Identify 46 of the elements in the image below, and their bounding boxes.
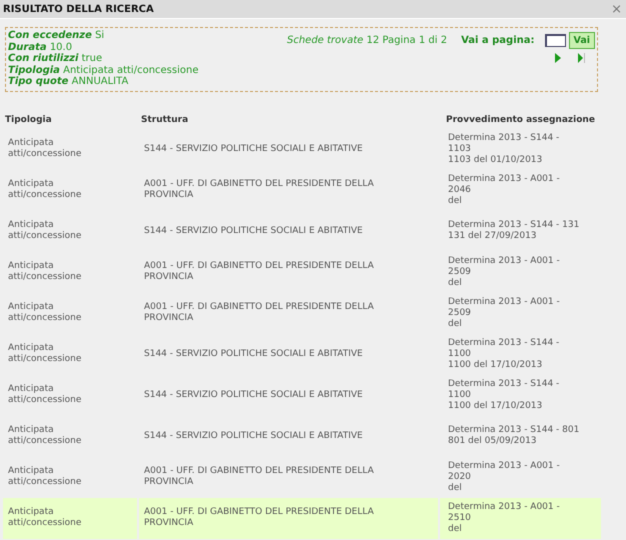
table-cell-text: A001 - UFF. DI GABINETTO DEL PRESIDENTE DELLA PROVINCIA <box>143 178 375 202</box>
table-cell-text: A001 - UFF. DI GABINETTO DEL PRESIDENTE DELLA PROVINCIA <box>143 260 375 284</box>
table-cell-text: A001 - UFF. DI GABINETTO DEL PRESIDENTE DELLA PROVINCIA <box>143 301 375 325</box>
table-cell-text: S144 - SERVIZIO POLITICHE SOCIALI E ABITATIVE <box>143 388 364 402</box>
table-cell: Anticipata atti/concessione <box>3 498 137 538</box>
go-button[interactable]: Vai <box>568 32 595 49</box>
close-button[interactable]: × <box>611 2 622 16</box>
table-cell-text: A001 - UFF. DI GABINETTO DEL PRESIDENTE DELLA PROVINCIA <box>143 465 375 489</box>
table-cell-text: Anticipata atti/concessione <box>7 424 82 448</box>
table-cell-text: Anticipata atti/concessione <box>7 219 82 243</box>
filter-text: Con eccedenze Si <box>8 30 106 42</box>
table-cell-text: S144 - SERVIZIO POLITICHE SOCIALI E ABITATIVE <box>143 224 364 238</box>
table-cell-text: Determina 2013 - S144 - 1100 1100 del 17/10/2013 <box>447 336 560 372</box>
table-cell-text: Determina 2013 - S144 - 1103 1103 del 01/10/2013 <box>447 132 560 166</box>
table-cell-text: Anticipata atti/concessione <box>7 137 82 161</box>
filter-text: Tipologia Anticipata atti/concessione <box>8 64 198 76</box>
table-cell-text: S144 - SERVIZIO POLITICHE SOCIALI E ABITATIVE <box>143 142 364 156</box>
table-cell-text: Determina 2013 - S144 - 131 131 del 27/09/2013 <box>447 219 580 243</box>
results-text: Schede trovate 12 Pagina 1 di 2 <box>286 35 448 46</box>
table-cell-text: Determina 2013 - S144 - 1100 1100 del 17/10/2013 <box>447 378 560 412</box>
table-cell-text: S144 - SERVIZIO POLITICHE SOCIALI E ABITATIVE <box>143 348 364 360</box>
table-cell-text: Anticipata atti/concessione <box>7 465 82 489</box>
column-header: Tipologia <box>4 114 53 126</box>
table-cell-text: Determina 2013 - A001 - 2509 del <box>447 254 561 290</box>
page-input[interactable] <box>544 34 566 47</box>
table-cell-text: S144 - SERVIZIO POLITICHE SOCIALI E ABITATIVE <box>143 430 364 442</box>
table-cell-text: Determina 2013 - A001 - 2046 del <box>447 172 561 208</box>
column-header: Provvedimento assegnazione <box>445 114 596 126</box>
table-cell-text: Anticipata atti/concessione <box>7 301 82 325</box>
table-cell: A001 - UFF. DI GABINETTO DEL PRESIDENTE DELLA PROVINCIA <box>139 498 438 538</box>
table-cell-text: Determina 2013 - S144 - 801 801 del 05/09/2013 <box>447 424 580 448</box>
table-cell-text: Anticipata atti/concessione <box>7 342 82 366</box>
table-cell-text: Anticipata atti/concessione <box>7 260 82 284</box>
filter-text: Con riutilizzi true <box>8 53 104 64</box>
last-page-icon[interactable] <box>578 53 585 63</box>
table-cell-text: Determina 2013 - A001 - 2509 del <box>447 296 561 330</box>
table-cell-text: Determina 2013 - A001 - 2020 del <box>447 460 561 494</box>
table-cell: Determina 2013 - A001 - 2510 del <box>440 498 601 538</box>
window-title: RISULTATO DELLA RICERCA <box>3 4 154 14</box>
next-page-icon[interactable] <box>555 53 562 63</box>
filter-text: Durata 10.0 <box>8 42 74 53</box>
column-header: Struttura <box>140 114 190 126</box>
filter-text: Tipo quote ANNUALITA <box>8 76 130 88</box>
table-cell-text: Anticipata atti/concessione <box>7 383 82 407</box>
goto-label: Vai a pagina: <box>461 35 534 46</box>
table-cell-text: Anticipata atti/concessione <box>7 178 82 202</box>
